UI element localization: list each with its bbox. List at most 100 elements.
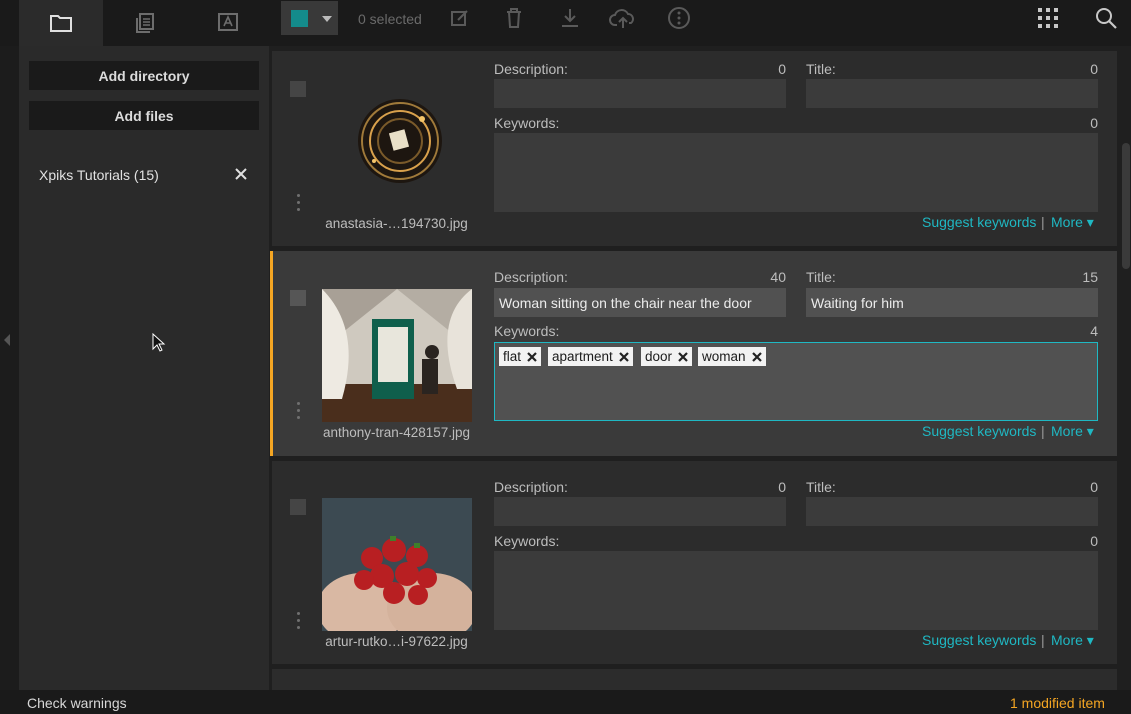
keyword-text: apartment	[552, 349, 613, 364]
more-menu-link[interactable]: More ▾	[1051, 214, 1094, 231]
folder-icon	[49, 13, 73, 33]
title-label: Title:	[806, 269, 836, 285]
collapse-strip[interactable]	[0, 46, 19, 690]
artwork-item-partial	[272, 669, 1117, 690]
suggest-keywords-link[interactable]: Suggest keywords	[922, 632, 1036, 648]
file-name: anthony-tran-428157.jpg	[322, 425, 471, 440]
tab-presets[interactable]	[186, 0, 270, 46]
directory-item[interactable]: Xpiks Tutorials (15)	[39, 167, 159, 183]
add-files-button[interactable]: Add files	[29, 101, 259, 130]
close-icon[interactable]	[234, 167, 248, 181]
keyword-chip[interactable]: flat	[499, 347, 542, 366]
keywords-label: Keywords:	[494, 533, 560, 549]
info-icon	[667, 6, 691, 35]
artwork-item: artur-rutko…i-97622.jpg Description: 0 T…	[272, 461, 1117, 664]
sidebar: Add directory Add files Xpiks Tutorials …	[19, 46, 269, 690]
description-count: 0	[778, 479, 786, 495]
keywords-box[interactable]: flat apartment door woman	[494, 342, 1098, 421]
title-field[interactable]: Waiting for him	[806, 288, 1098, 317]
delete-button[interactable]	[499, 6, 529, 34]
artwork-item-selected: anthony-tran-428157.jpg Description: 40 …	[270, 251, 1117, 456]
description-count: 0	[778, 61, 786, 77]
thumbnail[interactable]	[322, 498, 472, 631]
description-label: Description:	[494, 269, 568, 285]
title-field[interactable]	[806, 497, 1098, 526]
description-count: 40	[770, 269, 786, 285]
separator: |	[1041, 423, 1045, 439]
keyword-text: woman	[702, 349, 746, 364]
remove-keyword-icon[interactable]	[619, 351, 629, 362]
remove-keyword-icon[interactable]	[751, 351, 762, 362]
trash-icon	[505, 7, 523, 34]
tab-artworks[interactable]	[103, 0, 187, 46]
separator: |	[1041, 632, 1045, 648]
scrollbar-thumb[interactable]	[1122, 143, 1130, 269]
item-checkbox[interactable]	[290, 290, 306, 306]
check-warnings-link[interactable]: Check warnings	[27, 695, 127, 711]
edit-icon	[450, 8, 470, 33]
mouse-cursor-icon	[152, 333, 166, 352]
thumbnail[interactable]	[322, 289, 472, 422]
title-count: 15	[1082, 269, 1098, 285]
download-icon	[560, 7, 580, 34]
upload-button[interactable]	[608, 6, 638, 34]
tab-files[interactable]	[19, 0, 103, 46]
color-swatch	[291, 10, 308, 27]
keyword-text: door	[645, 349, 673, 364]
keywords-box[interactable]	[494, 551, 1098, 630]
title-label: Title:	[806, 61, 836, 77]
keywords-box[interactable]	[494, 133, 1098, 212]
title-field[interactable]	[806, 79, 1098, 108]
keyword-chip[interactable]: door	[641, 347, 693, 366]
description-field[interactable]	[494, 497, 786, 526]
thumbnail[interactable]	[322, 77, 472, 210]
suggest-keywords-link[interactable]: Suggest keywords	[922, 423, 1036, 439]
keywords-count: 0	[1090, 533, 1098, 549]
search-button[interactable]	[1091, 6, 1121, 34]
file-name: anastasia-…194730.jpg	[325, 216, 468, 231]
title-count: 0	[1090, 61, 1098, 77]
chevron-down-icon	[322, 16, 332, 22]
keywords-count: 0	[1090, 115, 1098, 131]
copy-icon	[134, 12, 156, 34]
keyword-chip[interactable]: apartment	[548, 347, 633, 366]
file-name: artur-rutko…i-97622.jpg	[325, 634, 468, 649]
item-checkbox[interactable]	[290, 499, 306, 515]
artwork-item: anastasia-…194730.jpg Description: 0 Tit…	[272, 51, 1117, 246]
keywords-count: 4	[1090, 323, 1098, 339]
description-label: Description:	[494, 479, 568, 495]
keywords-label: Keywords:	[494, 115, 560, 131]
item-checkbox[interactable]	[290, 81, 306, 97]
status-bar	[0, 690, 1131, 714]
remove-keyword-icon[interactable]	[527, 351, 537, 362]
keyword-chip[interactable]: woman	[698, 347, 766, 366]
selection-indicator	[270, 251, 273, 456]
description-field[interactable]	[494, 79, 786, 108]
selected-count: 0 selected	[358, 11, 422, 27]
keywords-label: Keywords:	[494, 323, 560, 339]
color-picker-button[interactable]	[281, 1, 338, 35]
title-count: 0	[1090, 479, 1098, 495]
info-button[interactable]	[664, 6, 694, 34]
text-icon	[216, 12, 240, 34]
more-menu-link[interactable]: More ▾	[1051, 632, 1094, 649]
grid-button[interactable]	[1033, 6, 1063, 34]
grid-icon	[1037, 7, 1059, 34]
separator: |	[1041, 214, 1045, 230]
download-button[interactable]	[555, 6, 585, 34]
suggest-keywords-link[interactable]: Suggest keywords	[922, 214, 1036, 230]
collapse-arrow-icon[interactable]	[4, 334, 10, 346]
keyword-text: flat	[503, 349, 522, 364]
item-menu-dots-icon[interactable]	[297, 612, 300, 633]
more-menu-link[interactable]: More ▾	[1051, 423, 1094, 440]
item-menu-dots-icon[interactable]	[297, 402, 300, 423]
modified-items-link[interactable]: 1 modified item	[1010, 695, 1105, 711]
upload-icon	[609, 6, 637, 35]
edit-button[interactable]	[445, 6, 475, 34]
description-field[interactable]: Woman sitting on the chair near the door	[494, 288, 786, 317]
remove-keyword-icon[interactable]	[678, 351, 688, 362]
item-menu-dots-icon[interactable]	[297, 194, 300, 215]
title-label: Title:	[806, 479, 836, 495]
description-label: Description:	[494, 61, 568, 77]
add-directory-button[interactable]: Add directory	[29, 61, 259, 90]
